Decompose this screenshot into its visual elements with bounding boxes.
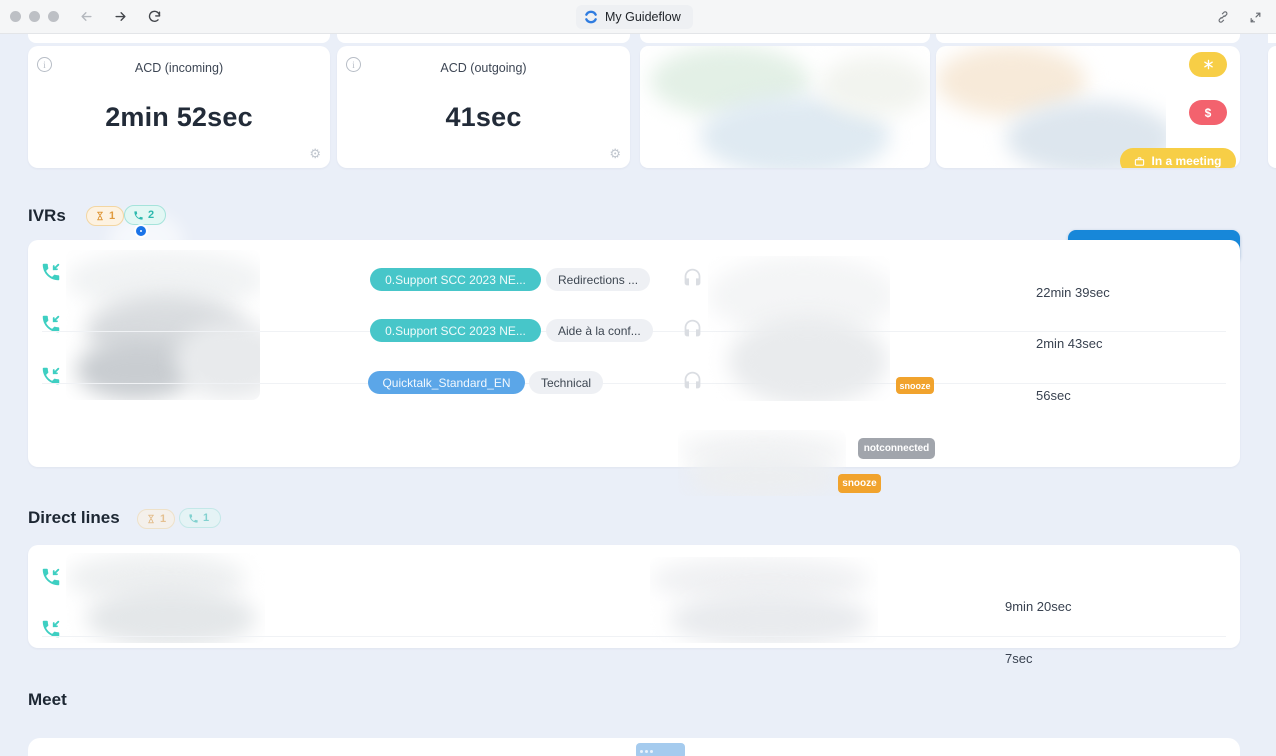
back-icon[interactable] xyxy=(77,8,95,26)
redacted-ivr-names xyxy=(66,250,260,400)
ivrs-oncall-badge: 2 xyxy=(124,205,166,225)
queue-pill[interactable]: 0.Support SCC 2023 NE... xyxy=(370,319,541,342)
forward-icon[interactable] xyxy=(111,8,129,26)
meet-card xyxy=(28,738,1240,756)
guideflow-tab[interactable]: My Guideflow xyxy=(576,5,693,29)
badge-count: 1 xyxy=(203,512,209,524)
redacted-stat-card xyxy=(640,46,930,168)
guideflow-click-cursor xyxy=(136,226,146,236)
call-duration: 56sec xyxy=(1036,388,1071,403)
redacted-line-names xyxy=(650,557,878,643)
badge-count: 1 xyxy=(160,513,166,525)
tag-pill[interactable]: Technical xyxy=(529,371,603,394)
window-maximize-button[interactable] xyxy=(48,11,59,22)
notconnected-badge: notconnected xyxy=(858,438,935,459)
call-duration: 7sec xyxy=(1005,651,1032,666)
ivrs-table: 0.Support SCC 2023 NE... Redirections ..… xyxy=(28,240,1240,467)
tag-pill[interactable]: Aide à la conf... xyxy=(546,319,653,342)
hourglass-icon xyxy=(146,513,156,525)
direct-lines-table: 9min 20sec 7sec xyxy=(28,545,1240,648)
call-duration: 2min 43sec xyxy=(1036,336,1102,351)
asterisk-icon xyxy=(1203,59,1214,70)
partial-card xyxy=(28,34,330,43)
reload-icon[interactable] xyxy=(145,8,163,26)
direct-lines-heading: Direct lines xyxy=(28,508,120,528)
queue-pill[interactable]: Quicktalk_Standard_EN xyxy=(368,371,525,394)
ivrs-waiting-badge: 1 xyxy=(86,206,124,226)
partial-card xyxy=(337,34,630,43)
guideflow-logo-icon xyxy=(584,10,598,24)
phone-icon xyxy=(188,513,199,524)
link-icon[interactable] xyxy=(1214,8,1232,26)
partial-card-right xyxy=(1268,46,1276,168)
direct-lines-oncall-badge: 1 xyxy=(179,508,221,528)
call-duration: 22min 39sec xyxy=(1036,285,1110,300)
agent-headset-avatar xyxy=(682,318,703,339)
browser-title: My Guideflow xyxy=(605,10,681,24)
incoming-call-icon xyxy=(40,566,62,588)
hourglass-icon xyxy=(95,210,105,222)
dollar-icon: $ xyxy=(1205,106,1212,120)
dashboard-page: i ACD (incoming) 2min 52sec ⚙ i ACD (out… xyxy=(0,34,1276,756)
gear-icon[interactable]: ⚙ xyxy=(609,146,621,162)
in-a-meeting-badge[interactable]: In a meeting xyxy=(1120,148,1236,168)
incoming-call-icon xyxy=(40,261,62,283)
ivrs-heading: IVRs xyxy=(28,206,66,226)
expand-icon[interactable] xyxy=(1246,8,1264,26)
briefcase-icon xyxy=(1134,156,1145,167)
redacted-caller-names xyxy=(66,553,265,643)
redacted-agent-names xyxy=(708,256,890,401)
meet-heading: Meet xyxy=(28,690,67,710)
redacted-meet-button[interactable] xyxy=(636,743,685,756)
redacted-agent-card: $ In a meeting xyxy=(936,46,1240,168)
redacted-agent-list xyxy=(678,430,846,496)
phone-icon xyxy=(133,210,144,221)
badge-count: 2 xyxy=(148,209,154,221)
direct-lines-waiting-badge: 1 xyxy=(137,509,175,529)
snooze-badge: snooze xyxy=(838,474,881,493)
badge-count: 1 xyxy=(109,210,115,222)
queue-pill[interactable]: 0.Support SCC 2023 NE... xyxy=(370,268,541,291)
partial-card xyxy=(640,34,930,43)
acd-outgoing-card: i ACD (outgoing) 41sec ⚙ xyxy=(337,46,630,168)
acd-incoming-card: i ACD (incoming) 2min 52sec ⚙ xyxy=(28,46,330,168)
billing-status-badge[interactable]: $ xyxy=(1189,100,1227,125)
stat-card-value: 2min 52sec xyxy=(28,102,330,133)
stat-card-title: ACD (outgoing) xyxy=(337,61,630,75)
partial-card xyxy=(936,34,1240,43)
status-availability-badge[interactable] xyxy=(1189,52,1227,77)
tag-pill[interactable]: Redirections ... xyxy=(546,268,650,291)
stat-card-value: 41sec xyxy=(337,102,630,133)
partial-card xyxy=(1268,34,1276,43)
window-close-button[interactable] xyxy=(10,11,21,22)
agent-headset-avatar xyxy=(682,370,703,391)
window-minimize-button[interactable] xyxy=(29,11,40,22)
stat-card-title: ACD (incoming) xyxy=(28,61,330,75)
window-controls xyxy=(10,11,59,22)
agent-headset-avatar xyxy=(682,267,703,288)
browser-chrome: My Guideflow xyxy=(0,0,1276,34)
call-duration: 9min 20sec xyxy=(1005,599,1071,614)
snooze-badge: snooze xyxy=(896,377,934,394)
gear-icon[interactable]: ⚙ xyxy=(309,146,321,162)
in-a-meeting-label: In a meeting xyxy=(1151,154,1221,168)
